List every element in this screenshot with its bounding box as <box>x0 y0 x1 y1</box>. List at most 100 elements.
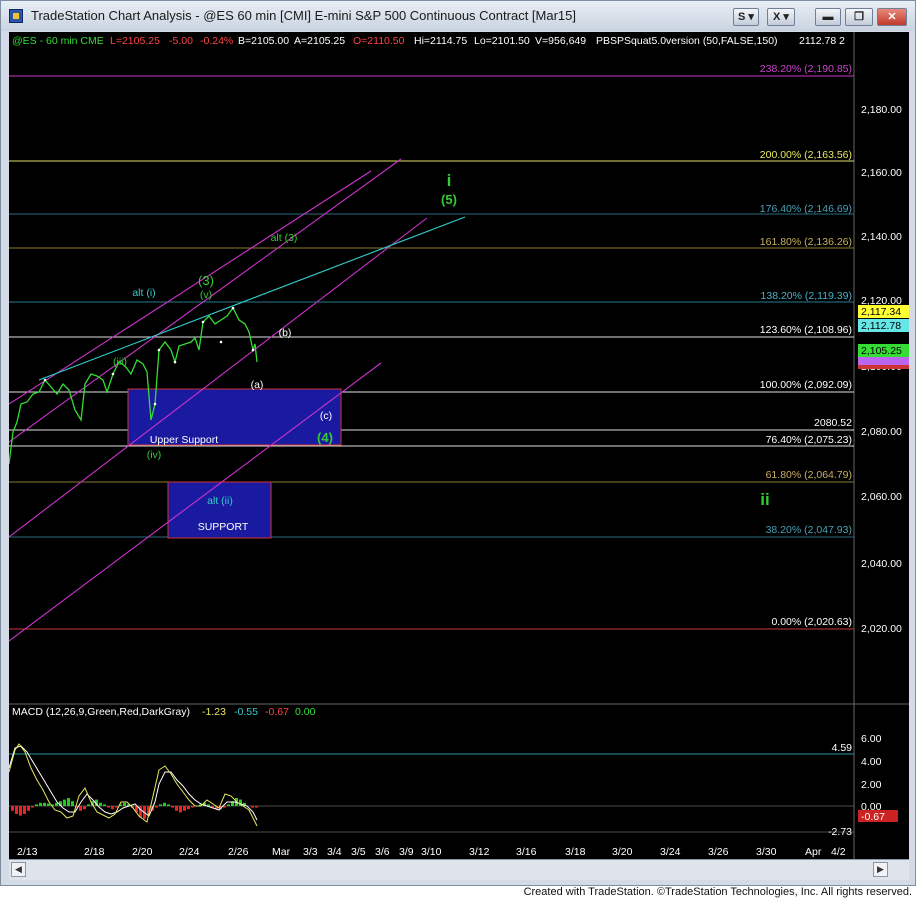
macd-hist-bar <box>19 806 22 816</box>
price-tick-2160: 2,160.00 <box>861 167 902 179</box>
macd-hist-bar <box>71 801 74 806</box>
tag-yellow: 2,117.34 <box>861 306 901 318</box>
status-high: Hi=2114.75 <box>414 35 467 47</box>
price-tick-2020: 2,020.00 <box>861 623 902 635</box>
wave-iii-label: (iii) <box>113 356 127 368</box>
macd-hist-bar <box>107 806 110 808</box>
s-menu-button[interactable]: S ▾ <box>733 8 759 26</box>
fib-label-38: 38.20% (2,047.93) <box>766 524 852 536</box>
macd-hist-bar <box>255 806 258 808</box>
status-study-value: 2112.78 <box>799 35 836 47</box>
chart-window: TradeStation Chart Analysis - @ES 60 min… <box>0 0 916 886</box>
macd-hist-bar <box>47 803 50 806</box>
macd-v2: -0.55 <box>234 706 258 718</box>
macd-hist-bar <box>187 806 190 810</box>
macd-hist-bar <box>179 806 182 813</box>
macd-v1: -1.23 <box>202 706 226 718</box>
time-label-18: 3/30 <box>756 846 777 858</box>
time-label-14: 3/18 <box>565 846 586 858</box>
status-ask: A=2105.25 <box>294 35 345 47</box>
macd-hist-bar <box>39 802 42 806</box>
macd-hist-bar <box>43 802 46 806</box>
fib-label-200: 200.00% (2,163.56) <box>760 149 852 161</box>
status-symbol: @ES - 60 min CME <box>12 35 104 47</box>
restore-button[interactable]: ❐ <box>845 8 873 26</box>
tag-red-bg <box>858 365 909 369</box>
status-study-extra: 2 <box>839 35 845 47</box>
support-label: SUPPORT <box>198 521 249 533</box>
horizontal-scrollbar[interactable]: ◀ ▶ <box>9 859 909 880</box>
window-title: TradeStation Chart Analysis - @ES 60 min… <box>31 8 576 23</box>
time-label-2: 2/20 <box>132 846 153 858</box>
macd-current-tag: -0.67 <box>861 811 885 823</box>
minimize-button[interactable]: ▬ <box>815 8 841 26</box>
status-volume: V=956,649 <box>535 35 586 47</box>
time-label-12: 3/12 <box>469 846 490 858</box>
chart-area[interactable]: @ES - 60 min CME L=2105.25 -5.00 -0.24% … <box>8 32 909 880</box>
alt-3-label: alt (3) <box>271 232 298 244</box>
fib-label-123: 123.60% (2,108.96) <box>760 324 852 336</box>
price-tick-2060: 2,060.00 <box>861 491 902 503</box>
price-tick-2080: 2,080.00 <box>861 426 902 438</box>
macd-tick-4: 4.00 <box>861 756 882 768</box>
time-label-16: 3/24 <box>660 846 681 858</box>
time-label-3: 2/24 <box>179 846 200 858</box>
fib-label-0: 0.00% (2,020.63) <box>771 616 852 628</box>
macd-hist-bar <box>191 806 194 808</box>
macd-hist-bar <box>63 799 66 806</box>
scroll-right-arrow-icon[interactable]: ▶ <box>873 862 888 877</box>
tag-green: 2,105.25 <box>861 345 902 357</box>
time-label-8: 3/5 <box>351 846 366 858</box>
time-label-0: 2/13 <box>17 846 38 858</box>
wave-iv-label: (iv) <box>147 449 162 461</box>
cyan-trend-line[interactable] <box>38 216 466 381</box>
macd-v4: 0.00 <box>295 706 316 718</box>
close-button[interactable]: ✕ <box>877 8 907 26</box>
macd-hist-bar <box>139 806 142 818</box>
channel-upper-line[interactable] <box>8 170 372 405</box>
fib-label-100: 100.00% (2,092.09) <box>760 379 852 391</box>
macd-tick-2: 2.00 <box>861 779 882 791</box>
macd-hist-bar <box>159 804 162 806</box>
macd-low-label: -2.73 <box>828 826 852 838</box>
macd-hist-bar <box>175 806 178 811</box>
wave-b-label: (b) <box>279 327 292 339</box>
scroll-left-arrow-icon[interactable]: ◀ <box>11 862 26 877</box>
fib-label-61: 61.80% (2,064.79) <box>766 469 852 481</box>
macd-hist-bar <box>23 806 26 814</box>
time-label-17: 3/26 <box>708 846 729 858</box>
status-line: @ES - 60 min CME L=2105.25 -5.00 -0.24% … <box>12 35 845 47</box>
status-low: Lo=2101.50 <box>474 35 530 47</box>
title-bar[interactable]: TradeStation Chart Analysis - @ES 60 min… <box>1 1 915 31</box>
price-tick-2140: 2,140.00 <box>861 231 902 243</box>
fib-label-2080: 2080.52 <box>814 417 852 429</box>
price-chart-svg: @ES - 60 min CME L=2105.25 -5.00 -0.24% … <box>8 32 909 859</box>
macd-hist-bar <box>183 806 186 811</box>
macd-hist-bar <box>115 806 118 808</box>
macd-hist-bar <box>123 802 126 806</box>
fib-label-76: 76.40% (2,075.23) <box>766 434 852 446</box>
macd-axis: 6.00 4.00 2.00 0.00 <box>861 733 882 813</box>
wave-4-label: (4) <box>317 430 333 445</box>
time-label-20: 4/2 <box>831 846 846 858</box>
macd-hist-bar <box>111 806 114 810</box>
time-label-1: 2/18 <box>84 846 105 858</box>
wave-v-label: (v) <box>200 289 212 301</box>
macd-hist-bar <box>171 806 174 808</box>
fib-label-238: 238.20% (2,190.85) <box>760 63 852 75</box>
wave-ii-label: ii <box>760 490 769 509</box>
status-change-pct: -0.24% <box>200 35 233 47</box>
status-bid: B=2105.00 <box>238 35 289 47</box>
macd-hist-bar <box>55 802 58 806</box>
status-change: -5.00 <box>169 35 193 47</box>
macd-hist-bar <box>83 806 86 810</box>
x-menu-button[interactable]: X ▾ <box>767 8 795 26</box>
macd-line <box>8 743 258 827</box>
price-axis: 2,180.00 2,160.00 2,140.00 2,120.00 2,10… <box>861 104 902 635</box>
price-tags: 2,117.34 2,112.78 2,105.25 <box>858 305 909 369</box>
upper-support-label: Upper Support <box>150 434 218 446</box>
macd-hist-bar <box>15 806 18 814</box>
x-button-label: X <box>773 11 781 23</box>
tradestation-app-icon <box>9 9 23 23</box>
footer: Created with TradeStation. ©TradeStation… <box>0 886 916 899</box>
